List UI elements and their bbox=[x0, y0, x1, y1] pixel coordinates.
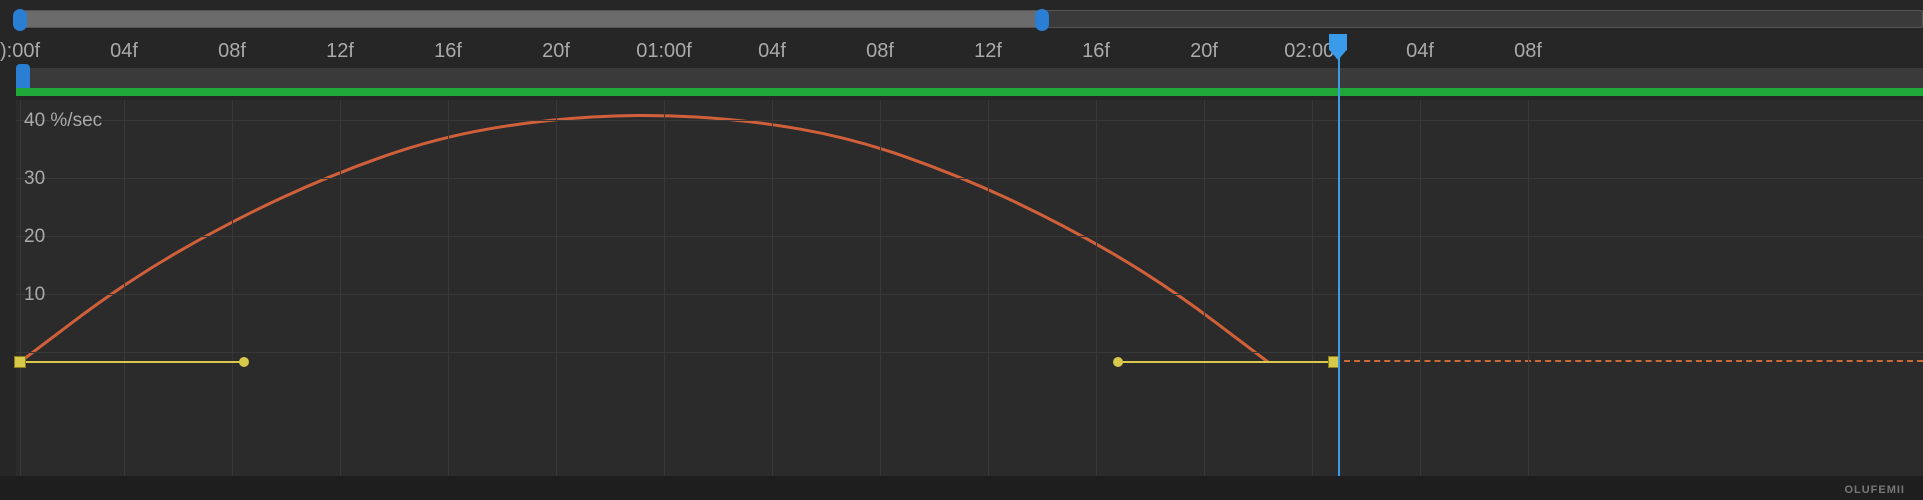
time-ruler-tick: ):00f bbox=[0, 40, 40, 63]
time-ruler-tick: 08f bbox=[218, 40, 246, 63]
grid-line-vertical bbox=[988, 100, 989, 476]
keyframe[interactable] bbox=[1328, 356, 1340, 368]
keyframe[interactable] bbox=[14, 356, 26, 368]
time-ruler-tick: 04f bbox=[758, 40, 786, 63]
grid-line-horizontal bbox=[16, 178, 1923, 179]
bezier-handle-line[interactable] bbox=[20, 361, 244, 363]
time-ruler-tick: 04f bbox=[1406, 40, 1434, 63]
grid-line-horizontal bbox=[16, 236, 1923, 237]
time-ruler-tick: 12f bbox=[326, 40, 354, 63]
time-ruler-tick: 01:00f bbox=[636, 40, 692, 63]
time-ruler-tick: 08f bbox=[1514, 40, 1542, 63]
grid-line-vertical bbox=[1096, 100, 1097, 476]
grid-line-vertical bbox=[664, 100, 665, 476]
layer-color-bar bbox=[16, 88, 1923, 96]
timeline-panel: ):00f 04f 08f 12f 16f 20f 01:00f 04f 08f 12f 16f 20… bbox=[0, 0, 1923, 500]
grid-line-vertical bbox=[556, 100, 557, 476]
watermark-text: OLUFEMII bbox=[1844, 484, 1905, 496]
grid-line-vertical bbox=[1312, 100, 1313, 476]
layer-duration-bar[interactable] bbox=[16, 68, 1923, 88]
bezier-handle-line[interactable] bbox=[1118, 361, 1334, 363]
grid-line-vertical bbox=[880, 100, 881, 476]
work-area-fill bbox=[17, 11, 1039, 27]
speed-curve bbox=[16, 100, 1923, 476]
grid-line-vertical bbox=[232, 100, 233, 476]
grid-line-vertical bbox=[1204, 100, 1205, 476]
work-area-end-handle[interactable] bbox=[1035, 9, 1049, 31]
work-area-start-handle[interactable] bbox=[13, 9, 27, 31]
graph-editor[interactable]: 40 %/sec 30 20 10 bbox=[16, 100, 1923, 476]
time-ruler-tick: 20f bbox=[1190, 40, 1218, 63]
time-ruler[interactable]: ):00f 04f 08f 12f 16f 20f 01:00f 04f 08f 12f 16f 20… bbox=[0, 34, 1923, 64]
time-ruler-tick: 04f bbox=[110, 40, 138, 63]
grid-line-vertical bbox=[1420, 100, 1421, 476]
grid-line-vertical bbox=[1528, 100, 1529, 476]
time-ruler-tick: 08f bbox=[866, 40, 894, 63]
grid-line-vertical bbox=[20, 100, 21, 476]
time-ruler-tick: 16f bbox=[434, 40, 462, 63]
grid-line-vertical bbox=[340, 100, 341, 476]
time-ruler-tick: 16f bbox=[1082, 40, 1110, 63]
curve-extrapolation bbox=[1334, 360, 1923, 362]
bottom-toolbar: OLUFEMII bbox=[0, 476, 1923, 500]
time-ruler-tick: 20f bbox=[542, 40, 570, 63]
y-axis-label: 40 %/sec bbox=[24, 110, 102, 132]
y-axis-label: 10 bbox=[24, 284, 45, 306]
time-ruler-tick: 12f bbox=[974, 40, 1002, 63]
y-axis-label: 20 bbox=[24, 226, 45, 248]
grid-line-horizontal bbox=[16, 294, 1923, 295]
bezier-handle-dot[interactable] bbox=[239, 357, 249, 367]
grid-line-vertical bbox=[448, 100, 449, 476]
y-axis-label: 30 bbox=[24, 168, 45, 190]
grid-line-vertical bbox=[124, 100, 125, 476]
grid-line-horizontal bbox=[16, 352, 1923, 353]
bezier-handle-dot[interactable] bbox=[1113, 357, 1123, 367]
work-area-bar[interactable] bbox=[16, 10, 1923, 28]
grid-line-vertical bbox=[772, 100, 773, 476]
grid-line-horizontal bbox=[16, 120, 1923, 121]
